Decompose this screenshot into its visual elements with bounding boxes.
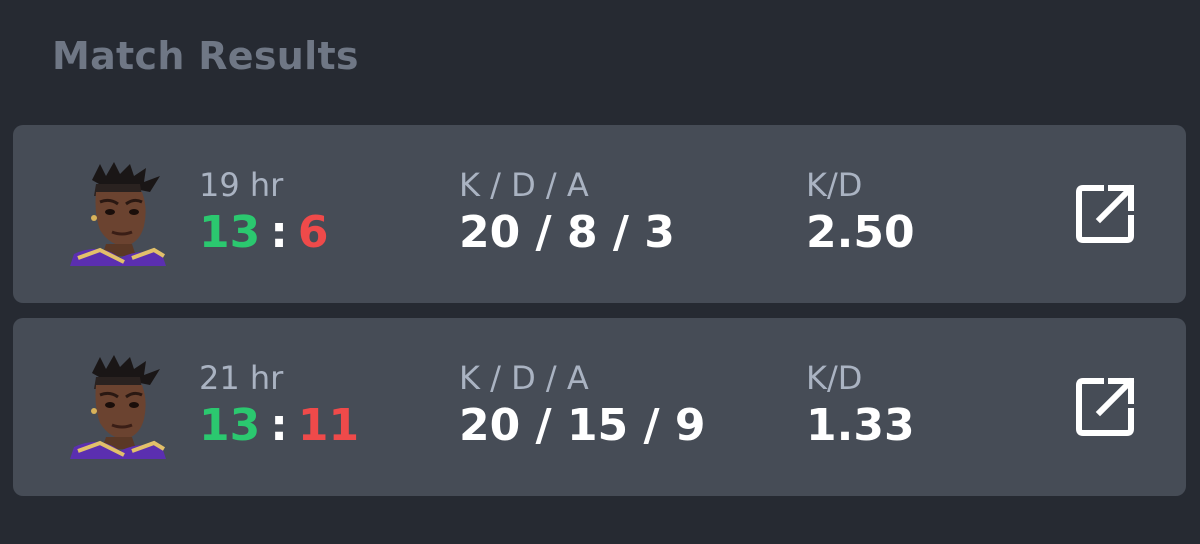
kd-value: 2.50 (806, 207, 915, 258)
kda-value: 20 / 8 / 3 (459, 207, 675, 258)
match-time-ago: 19 hr (199, 166, 284, 204)
kd-label: K/D (806, 359, 863, 397)
team-score: 13 (199, 400, 261, 451)
kda-label: K / D / A (459, 166, 589, 204)
match-time-ago: 21 hr (199, 359, 284, 397)
match-score: 13:11 (199, 400, 359, 451)
agent-portrait-icon (70, 355, 166, 459)
kd-label: K/D (806, 166, 863, 204)
enemy-score: 6 (297, 207, 329, 258)
match-score: 13:6 (199, 207, 328, 258)
match-card[interactable]: 19 hr 13:6 K / D / A 20 / 8 / 3 K/D 2.50 (13, 125, 1186, 303)
score-separator: : (270, 400, 288, 451)
page-title: Match Results (52, 34, 359, 78)
kda-label: K / D / A (459, 359, 589, 397)
open-external-icon[interactable] (1073, 375, 1137, 439)
agent-portrait-icon (70, 162, 166, 266)
match-card[interactable]: 21 hr 13:11 K / D / A 20 / 15 / 9 K/D 1.… (13, 318, 1186, 496)
kd-value: 1.33 (806, 400, 915, 451)
score-separator: : (270, 207, 288, 258)
enemy-score: 11 (297, 400, 360, 451)
open-external-icon[interactable] (1073, 182, 1137, 246)
team-score: 13 (199, 207, 261, 258)
kda-value: 20 / 15 / 9 (459, 400, 706, 451)
